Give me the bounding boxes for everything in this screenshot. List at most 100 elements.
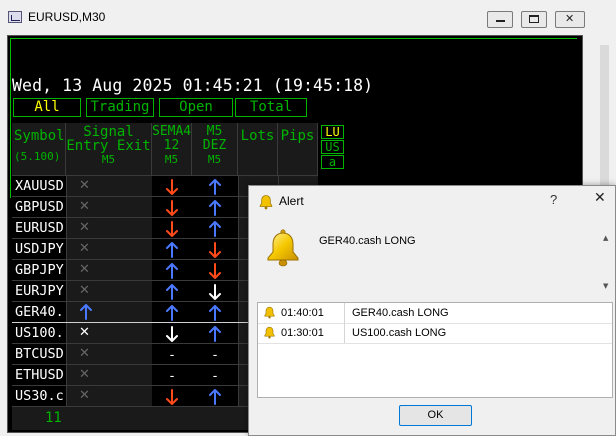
header-signal-l1: Signal — [83, 124, 134, 140]
sema-cell — [152, 302, 192, 322]
alert-log-message: US100.cash LONG — [352, 327, 447, 339]
header-lots-label: Lots — [240, 128, 275, 144]
signal-cell: ✕ — [66, 176, 152, 196]
signal-cell: ✕ — [66, 386, 152, 406]
header-sema-l3: M5 — [164, 153, 179, 166]
symbol-cell[interactable]: USDJPY — [12, 239, 66, 259]
signal-cell: ✕ — [66, 281, 152, 301]
sema-down-arrow-icon — [165, 178, 179, 195]
m5-down-arrow-icon — [208, 262, 222, 279]
m5-up-arrow-icon — [208, 325, 222, 342]
no-signal-x-icon: ✕ — [79, 367, 90, 382]
tab-total[interactable]: Total — [235, 98, 307, 117]
side-label-lu[interactable]: LU — [321, 125, 344, 139]
symbol-cell[interactable]: US30.c — [12, 386, 66, 406]
header-m5-l3: M5 — [207, 153, 222, 166]
header-symbol-label: Symbol — [14, 128, 65, 144]
signal-cell: ✕ — [66, 323, 152, 343]
header-sema: SEMA4 12 M5 — [152, 123, 192, 175]
symbol-cell[interactable]: GBPJPY — [12, 260, 66, 280]
sema-cell: - — [152, 365, 192, 385]
maximize-button[interactable] — [521, 11, 547, 28]
alert-log-list[interactable]: 01:40:01 GER40.cash LONG 01:30:01 US100.… — [257, 302, 613, 398]
sema-cell — [152, 260, 192, 280]
header-pips-label: Pips — [280, 128, 315, 144]
minimize-button[interactable] — [487, 11, 513, 28]
bell-icon — [267, 229, 299, 267]
m5-dez-cell: - — [192, 344, 238, 364]
bell-icon — [264, 326, 275, 339]
no-signal-x-icon: ✕ — [79, 199, 90, 214]
column-divider — [344, 323, 345, 343]
signal-cell: ✕ — [66, 239, 152, 259]
m5-dez-cell — [192, 176, 238, 196]
symbol-cell[interactable]: EURJPY — [12, 281, 66, 301]
sema-up-arrow-icon — [165, 304, 179, 321]
symbol-cell[interactable]: US100. — [12, 323, 66, 343]
tab-all[interactable]: All — [13, 98, 81, 117]
no-signal-x-icon: ✕ — [79, 178, 90, 193]
side-label-us[interactable]: US — [321, 140, 344, 154]
m5-dash: - — [211, 369, 219, 384]
header-sema-l1: SEMA4 — [152, 124, 192, 139]
m5-dez-cell — [192, 218, 238, 238]
m5-dez-cell — [192, 281, 238, 301]
help-button[interactable]: ? — [550, 192, 557, 207]
side-label-a[interactable]: a — [321, 155, 344, 169]
alert-message: GER40.cash LONG — [319, 235, 416, 247]
sema-cell — [152, 197, 192, 217]
signal-cell — [66, 302, 152, 322]
m5-dash: - — [211, 348, 219, 363]
header-signal: Signal Entry Exit M5 — [66, 123, 152, 175]
alert-title: Alert — [279, 194, 304, 208]
scroll-up-icon[interactable]: ▲ — [603, 234, 608, 242]
symbol-cell[interactable]: ETHUSD — [12, 365, 66, 385]
scroll-down-icon[interactable]: ▼ — [603, 282, 608, 290]
m5-dez-cell — [192, 386, 238, 406]
m5-dez-cell — [192, 302, 238, 322]
m5-up-arrow-icon — [208, 178, 222, 195]
no-signal-x-icon: ✕ — [79, 325, 90, 340]
ok-button[interactable]: OK — [399, 405, 472, 426]
m5-dez-cell: - — [192, 365, 238, 385]
column-divider — [344, 303, 345, 323]
server-datetime: Wed, 13 Aug 2025 01:45:21 (19:45:18) — [12, 76, 374, 95]
alert-time: 01:40:01 — [281, 307, 324, 319]
sema-up-arrow-icon — [165, 262, 179, 279]
sema-cell — [152, 218, 192, 238]
sema-cell — [152, 281, 192, 301]
alert-log-message: GER40.cash LONG — [352, 307, 449, 319]
sema-up-arrow-icon — [165, 283, 179, 300]
bell-icon — [264, 306, 275, 319]
no-signal-x-icon: ✕ — [79, 241, 90, 256]
m5-up-arrow-icon — [208, 388, 222, 405]
alert-message-scrollbar[interactable]: ▲ ▼ — [601, 230, 613, 300]
symbol-cell[interactable]: XAUUSD — [12, 176, 66, 196]
symbol-cell[interactable]: GBPUSD — [12, 197, 66, 217]
header-symbol: Symbol (5.100) — [12, 123, 66, 175]
alert-dialog: Alert ? ✕ GER40.cash LONG ▲ ▼ 01:40:01 G… — [248, 185, 616, 436]
list-item[interactable]: 01:30:01 US100.cash LONG — [258, 323, 612, 344]
close-button[interactable] — [555, 11, 585, 28]
symbol-cell[interactable]: EURUSD — [12, 218, 66, 238]
panel-frame-top — [10, 38, 577, 39]
no-signal-x-icon: ✕ — [79, 262, 90, 277]
sema-cell — [152, 239, 192, 259]
alert-close-button[interactable]: ✕ — [594, 190, 606, 206]
sema-cell — [152, 386, 192, 406]
sema-down-arrow-icon — [165, 220, 179, 237]
alert-titlebar[interactable]: Alert ? ✕ — [249, 186, 615, 216]
sema-cell: - — [152, 344, 192, 364]
tab-open[interactable]: Open — [159, 98, 233, 117]
m5-down-arrow-icon — [208, 241, 222, 258]
signal-cell: ✕ — [66, 344, 152, 364]
symbol-cell[interactable]: GER40. — [12, 302, 66, 322]
chart-window-titlebar[interactable]: EURUSD,M30 — [0, 0, 616, 32]
tab-trading[interactable]: Trading — [86, 98, 154, 117]
signal-cell: ✕ — [66, 260, 152, 280]
symbol-cell[interactable]: BTCUSD — [12, 344, 66, 364]
header-m5-l2: DEZ — [202, 138, 227, 153]
sema-down-arrow-icon — [165, 199, 179, 216]
list-item[interactable]: 01:40:01 GER40.cash LONG — [258, 303, 612, 324]
header-signal-l3: M5 — [101, 153, 116, 166]
